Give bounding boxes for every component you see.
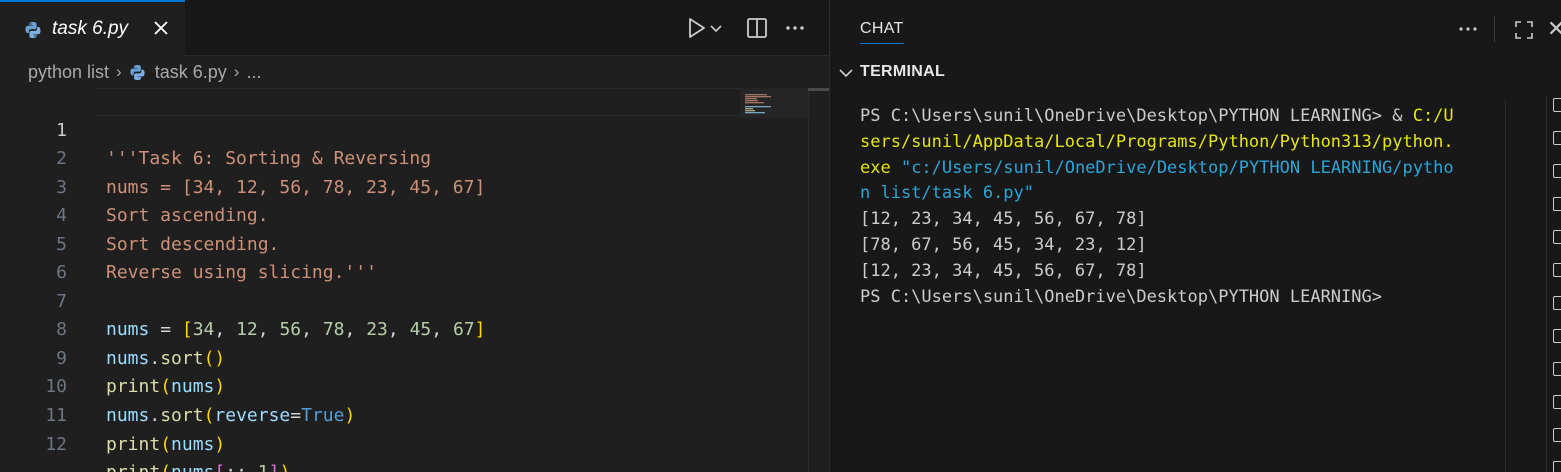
terminal-argument: n list/task 6.py" (860, 183, 1034, 204)
terminal-icon[interactable] (1553, 98, 1561, 112)
terminal-icon[interactable] (1553, 164, 1561, 178)
token-function: print (106, 462, 160, 472)
terminal-title: TERMINAL (860, 63, 946, 80)
token-operator: :: (225, 462, 247, 472)
token-bracket: ( (160, 433, 172, 455)
code-line: 12 print(nums[::-1]) (0, 402, 740, 472)
editor-tab-task6[interactable]: task 6.py (0, 0, 185, 56)
scroll-indicator (808, 88, 829, 91)
code-line: 3 Sort ascending. (0, 145, 740, 227)
terminal-scrollbar[interactable] (1505, 100, 1528, 472)
terminal-output-line: [78, 67, 56, 45, 34, 23, 12] (860, 234, 1147, 255)
terminal-prompt: PS C:\Users\sunil\OneDrive\Desktop\PYTHO… (860, 106, 1393, 126)
more-icon[interactable] (1457, 18, 1479, 40)
terminal-command: exe (860, 157, 901, 178)
editor-scrollbar[interactable] (808, 88, 829, 472)
terminal-icon[interactable] (1553, 461, 1561, 472)
maximize-icon[interactable] (1514, 20, 1534, 40)
tab-label: task 6.py (52, 18, 129, 39)
play-icon[interactable] (684, 14, 710, 42)
terminal-command: C:/U (1412, 106, 1454, 126)
code-line: 2 nums = [34, 12, 56, 78, 23, 45, 67] (0, 117, 740, 198)
code-lines: 1 '''Task 6: Sorting & Reversing 2 nums … (0, 88, 740, 472)
breadcrumb-symbol[interactable]: ... (246, 62, 261, 83)
token-bracket: [ (214, 462, 225, 472)
token-variable: nums (171, 462, 214, 472)
terminal-icon[interactable] (1553, 230, 1561, 244)
more-icon[interactable] (782, 14, 808, 42)
terminal-icon[interactable] (1553, 197, 1561, 211)
terminal-prompt: PS C:\Users\sunil\OneDrive\Desktop\PYTHO… (860, 286, 1382, 307)
code-line: 6 (0, 231, 740, 283)
token-bracket: ) (214, 433, 226, 455)
code-line: 5 Reverse using slicing.''' (0, 202, 740, 284)
line-content: print(nums) (106, 431, 225, 460)
chevron-down-icon (839, 69, 853, 78)
code-line: 10 nums.sort(reverse=True) (0, 345, 740, 426)
terminal-icon[interactable] (1553, 428, 1561, 442)
breadcrumb-folder[interactable]: python list (28, 62, 109, 83)
line-content: print(nums[::-1]) (106, 459, 290, 472)
code-editor[interactable]: 1 '''Task 6: Sorting & Reversing 2 nums … (0, 88, 829, 472)
vscode-window: task 6.py python list › task 6.py › ... … (0, 0, 1561, 472)
code-line: 9 print(nums) (0, 316, 740, 398)
close-icon[interactable]: ✕ (1547, 16, 1561, 42)
terminal-icon[interactable] (1553, 329, 1561, 343)
terminal-icon[interactable] (1553, 296, 1561, 310)
panel-header: CHAT ✕ (830, 0, 1561, 56)
token-bracket: ( (160, 462, 171, 472)
editor-group: task 6.py python list › task 6.py › ... … (0, 0, 829, 472)
token-function: print (106, 433, 161, 455)
python-icon (130, 64, 145, 80)
header-separator (1494, 16, 1495, 42)
terminal-icon[interactable] (1553, 263, 1561, 277)
close-icon[interactable] (152, 19, 170, 37)
secondary-panel: CHAT ✕ TERMINAL PS C:\Users\sunil\OneDri… (830, 0, 1561, 472)
minimap[interactable] (745, 94, 789, 114)
token-operator: - (247, 462, 258, 472)
breadcrumb-file[interactable]: task 6.py (155, 62, 227, 83)
token-bracket: ) (279, 462, 290, 472)
chevron-right-icon: › (233, 62, 240, 81)
terminal-output-line: [12, 23, 34, 45, 56, 67, 78] (860, 260, 1147, 281)
line-number: 12 (45, 433, 67, 455)
code-line: 8 nums.sort() (0, 288, 740, 369)
tab-chat[interactable]: CHAT (860, 20, 904, 44)
split-editor-icon[interactable] (744, 14, 770, 42)
chevron-right-icon: › (116, 62, 122, 81)
terminal-output-line: [12, 23, 34, 45, 56, 67, 78] (860, 209, 1147, 230)
python-icon (25, 22, 41, 38)
code-line: 4 Sort descending. (0, 174, 740, 255)
terminal-argument: "c:/Users/sunil/OneDrive/Desktop/PYTHON … (900, 157, 1454, 178)
terminal-operator: & (1392, 106, 1413, 126)
terminal-tabs-list (1546, 96, 1561, 472)
token-variable: nums (171, 433, 215, 455)
terminal-output[interactable]: PS C:\Users\sunil\OneDrive\Desktop\PYTHO… (860, 104, 1500, 310)
editor-tab-bar: task 6.py (0, 0, 829, 56)
code-line: 11 print(nums) (0, 373, 740, 455)
token-bracket: ] (269, 462, 280, 472)
terminal-section-header[interactable]: TERMINAL (830, 60, 1561, 86)
token-number: 1 (258, 462, 269, 472)
terminal-icon[interactable] (1553, 362, 1561, 376)
code-line: 1 '''Task 6: Sorting & Reversing (0, 88, 740, 170)
terminal-icon[interactable] (1553, 131, 1561, 145)
terminal-icon[interactable] (1553, 395, 1561, 409)
chevron-down-icon[interactable] (708, 14, 724, 42)
breadcrumb: python list › task 6.py › ... (0, 56, 829, 88)
code-line: 7 nums = [34, 12, 56, 78, 23, 45, 67] (0, 259, 740, 341)
terminal-command: sers/sunil/AppData/Local/Programs/Python… (860, 131, 1454, 152)
